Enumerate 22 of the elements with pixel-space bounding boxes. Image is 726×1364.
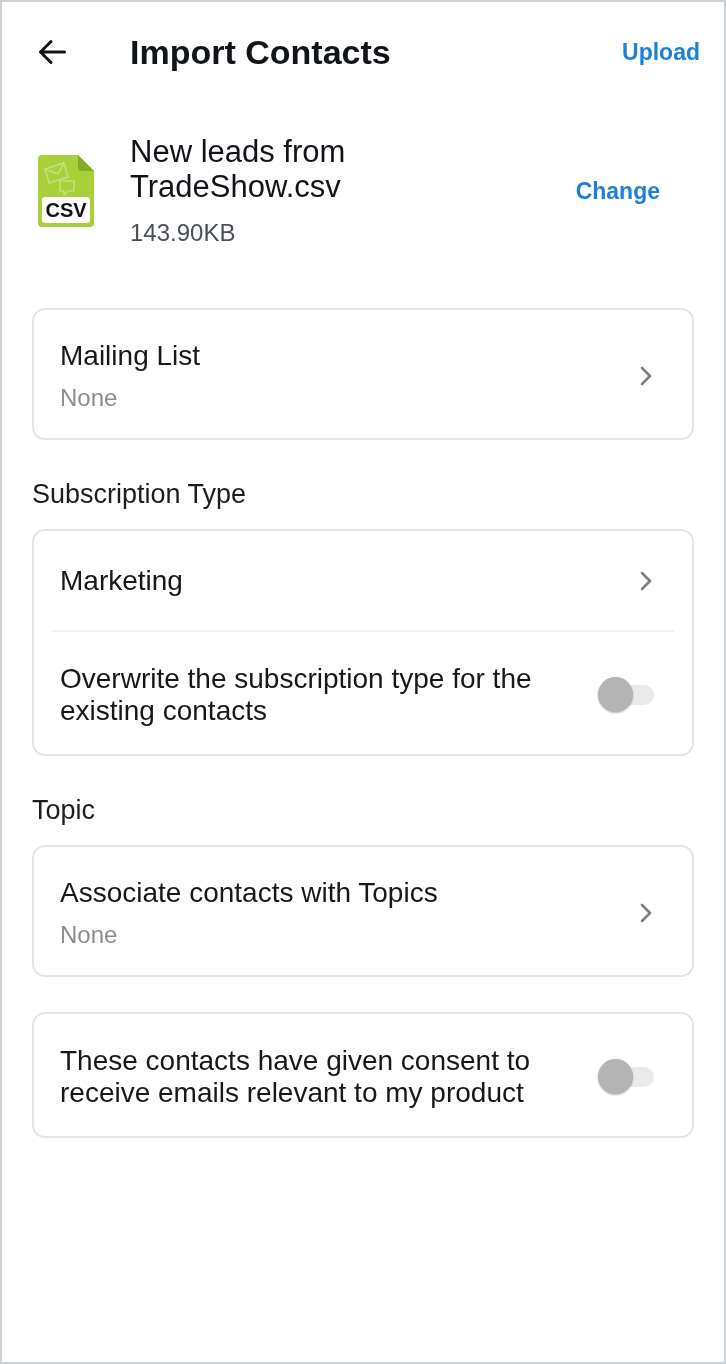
setting-label: These contacts have given consent to receive emails relevant to my product [60, 1045, 532, 1109]
setting-label: Mailing List [60, 340, 201, 372]
setting-value: None [60, 384, 118, 412]
upload-button[interactable]: Upload [622, 38, 700, 66]
screen-title: Import Contacts [130, 32, 392, 72]
section-heading: Subscription Type [32, 479, 248, 509]
section-heading: Topic [32, 795, 97, 825]
file-name: New leads from TradeShow.csv [130, 134, 347, 204]
back-arrow-icon[interactable] [38, 39, 66, 65]
chevron-right-icon[interactable] [640, 366, 652, 386]
setting-value: None [60, 921, 118, 949]
setting-label: Associate contacts with Topics [60, 877, 438, 909]
chevron-right-icon[interactable] [640, 570, 652, 591]
file-type-label: CSV [44, 197, 88, 223]
setting-label: Marketing [60, 564, 183, 597]
file-size: 143.90KB [130, 219, 236, 247]
chevron-right-icon[interactable] [640, 903, 652, 923]
change-button[interactable]: Change [575, 176, 660, 205]
setting-label: Overwrite the subscription type for the existing contacts [60, 663, 533, 727]
csv-file-icon [38, 154, 94, 227]
toggle-switch[interactable] [598, 1059, 654, 1095]
toggle-switch[interactable] [598, 677, 654, 713]
